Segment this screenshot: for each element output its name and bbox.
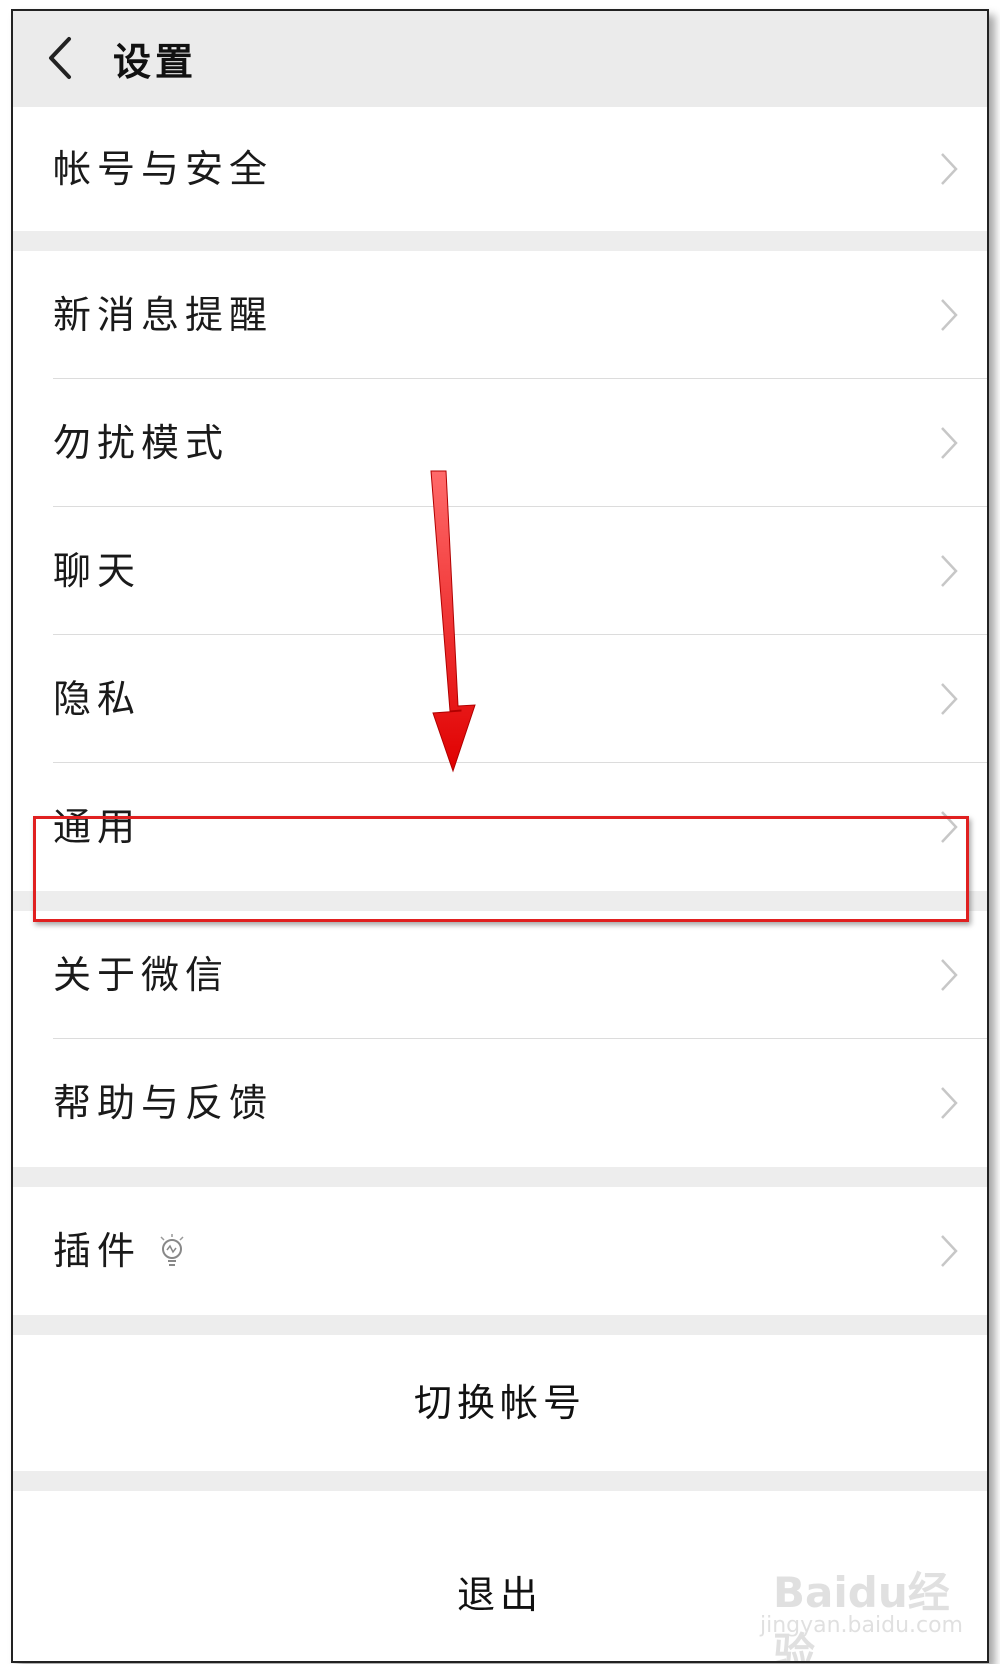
settings-item-privacy[interactable]: 隐私 [13, 635, 987, 763]
chevron-left-icon[interactable] [41, 33, 81, 83]
settings-item-label: 插件 [53, 1229, 142, 1273]
watermark-brand: Baidu经验 [773, 1568, 950, 1663]
chevron-right-icon [941, 299, 958, 331]
highlight-box [33, 816, 969, 922]
chevron-right-icon [941, 1235, 958, 1267]
chevron-right-icon [941, 555, 958, 587]
settings-item-plugins[interactable]: 插件 [13, 1187, 987, 1315]
settings-item-label: 勿扰模式 [53, 421, 230, 465]
title-bar: 设置 [13, 11, 987, 108]
settings-item-notifications[interactable]: 新消息提醒 [13, 251, 987, 379]
group-about: 关于微信 帮助与反馈 [13, 911, 987, 1167]
settings-item-help-feedback[interactable]: 帮助与反馈 [13, 1039, 987, 1167]
chevron-right-icon [941, 153, 958, 185]
settings-item-account-security[interactable]: 帐号与安全 [13, 107, 987, 231]
settings-item-label: 隐私 [53, 677, 142, 721]
chevron-right-icon [941, 683, 958, 715]
settings-item-label: 帮助与反馈 [53, 1081, 274, 1125]
settings-item-chat[interactable]: 聊天 [13, 507, 987, 635]
settings-item-label: 新消息提醒 [53, 293, 274, 337]
switch-account-label: 切换帐号 [413, 1381, 586, 1425]
lightbulb-icon [160, 1234, 184, 1266]
settings-item-do-not-disturb[interactable]: 勿扰模式 [13, 379, 987, 507]
group-account: 帐号与安全 [13, 107, 987, 231]
baidu-jingyan-watermark: Baidu经验 jingyan.baidu.com [760, 1559, 963, 1661]
page-title: 设置 [113, 40, 198, 84]
watermark-url: jingyan.baidu.com [759, 1613, 963, 1638]
group-preferences: 新消息提醒 勿扰模式 聊天 隐私 通用 [13, 251, 987, 891]
chevron-right-icon [941, 1087, 958, 1119]
chevron-right-icon [941, 959, 958, 991]
chevron-right-icon [941, 427, 958, 459]
settings-item-about-wechat[interactable]: 关于微信 [13, 911, 987, 1039]
switch-account-button[interactable]: 切换帐号 [13, 1335, 987, 1471]
settings-item-label: 帐号与安全 [53, 147, 274, 191]
group-switch-account: 切换帐号 [13, 1335, 987, 1471]
settings-item-label: 聊天 [53, 549, 142, 593]
settings-item-label: 关于微信 [53, 953, 230, 997]
group-plugins: 插件 [13, 1187, 987, 1315]
settings-screen: 设置 帐号与安全 新消息提醒 勿扰模式 聊天 隐私 通用 关于微信 帮助与反馈 … [11, 9, 989, 1663]
